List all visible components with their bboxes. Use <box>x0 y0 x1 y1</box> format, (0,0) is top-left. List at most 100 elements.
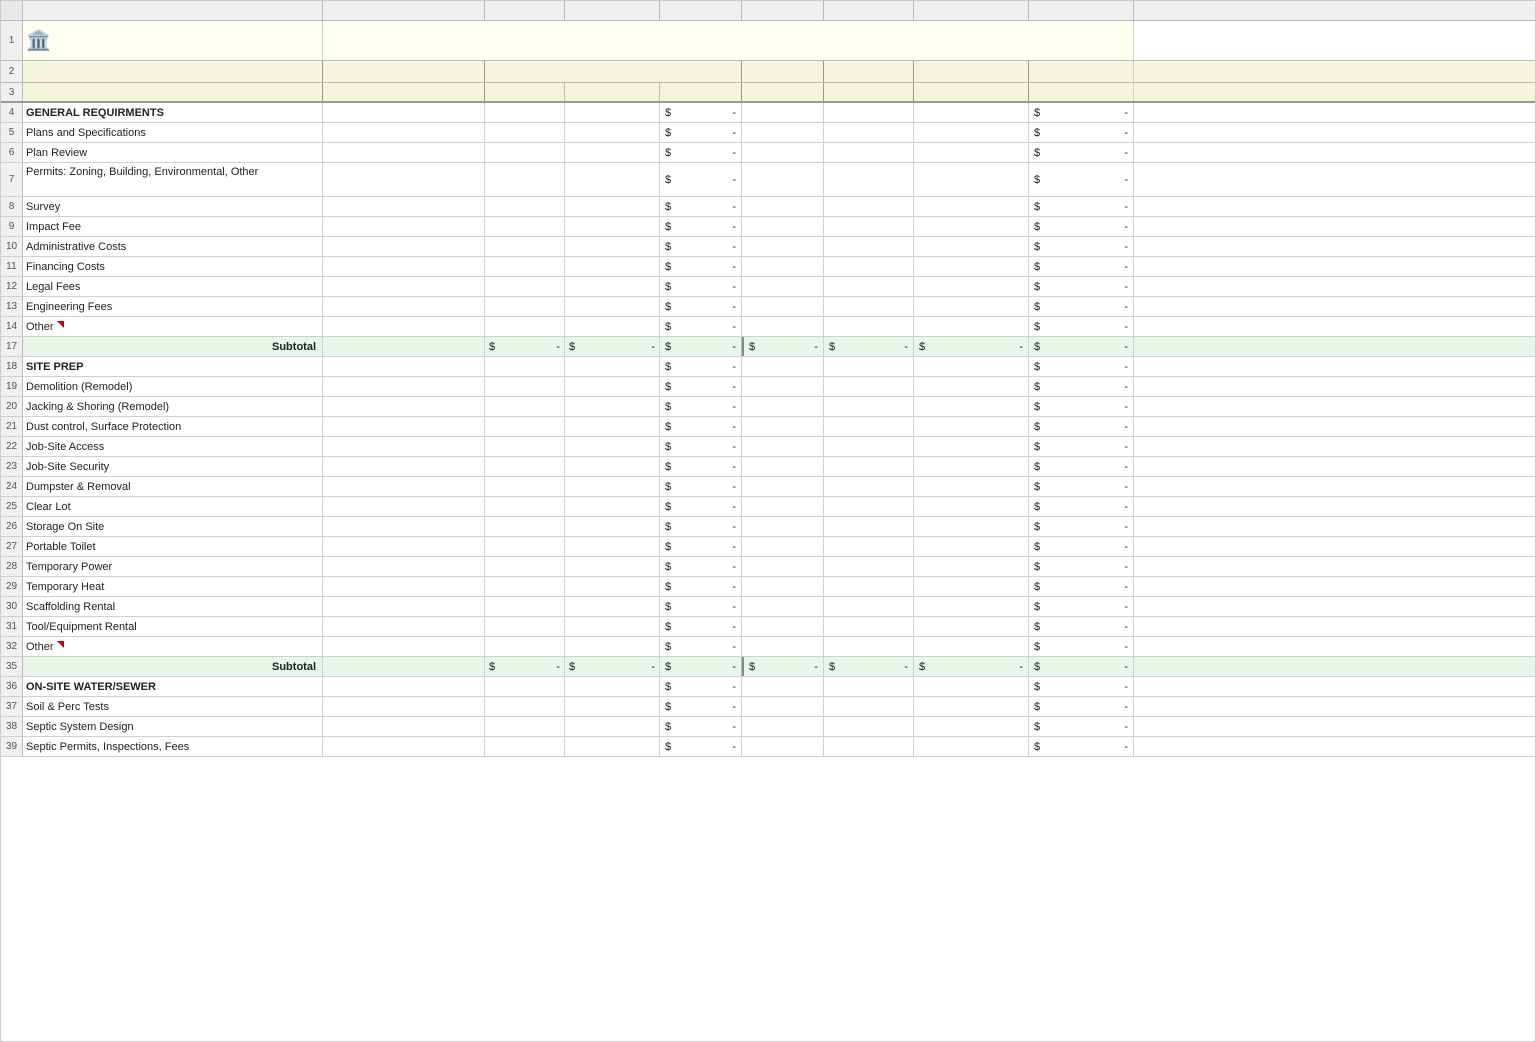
cell-h[interactable] <box>914 417 1029 436</box>
cell-e[interactable]: $- <box>660 297 742 316</box>
cell-f[interactable] <box>742 677 824 696</box>
cell-g[interactable] <box>824 597 914 616</box>
cell-b[interactable] <box>323 517 485 536</box>
cell-i[interactable]: $- <box>1029 377 1134 396</box>
cell-c[interactable] <box>485 217 565 236</box>
cell-i[interactable]: $- <box>1029 397 1134 416</box>
table-row[interactable]: 20 Jacking & Shoring (Remodel) $- $- <box>1 397 1535 417</box>
cell-c[interactable] <box>485 257 565 276</box>
cell-e[interactable]: $- <box>660 163 742 196</box>
cell-e[interactable]: $- <box>660 237 742 256</box>
cell-c[interactable] <box>485 197 565 216</box>
cell-g[interactable] <box>824 437 914 456</box>
table-row[interactable]: 6 Plan Review $- $- <box>1 143 1535 163</box>
cell-c[interactable] <box>485 477 565 496</box>
table-row[interactable]: 30 Scaffolding Rental $- $- <box>1 597 1535 617</box>
cell-c[interactable] <box>485 103 565 122</box>
cell-d[interactable] <box>565 737 660 756</box>
cell-d[interactable] <box>565 537 660 556</box>
cell-e[interactable]: $- <box>660 717 742 736</box>
cell-e[interactable]: $- <box>660 257 742 276</box>
cell-f[interactable] <box>742 143 824 162</box>
cell-f[interactable] <box>742 737 824 756</box>
cell-i[interactable]: $- <box>1029 497 1134 516</box>
table-row[interactable]: 11 Financing Costs $- $- <box>1 257 1535 277</box>
table-row[interactable]: 35 Subtotal $- $- $- $- $- $- $- <box>1 657 1535 677</box>
cell-g[interactable] <box>824 103 914 122</box>
cell-d[interactable] <box>565 417 660 436</box>
cell-description[interactable]: ON-SITE WATER/SEWER <box>23 677 323 696</box>
cell-i[interactable]: $- <box>1029 437 1134 456</box>
cell-c[interactable] <box>485 277 565 296</box>
cell-e[interactable]: $- <box>660 277 742 296</box>
cell-h[interactable]: $- <box>914 657 1029 676</box>
cell-h[interactable] <box>914 103 1029 122</box>
cell-f[interactable] <box>742 697 824 716</box>
cell-f[interactable] <box>742 163 824 196</box>
cell-c[interactable] <box>485 537 565 556</box>
cell-i[interactable]: $- <box>1029 123 1134 142</box>
cell-i[interactable]: $- <box>1029 317 1134 336</box>
cell-e[interactable]: $- <box>660 437 742 456</box>
cell-g[interactable]: $- <box>824 337 914 356</box>
cell-i[interactable]: $- <box>1029 337 1134 356</box>
cell-d[interactable] <box>565 457 660 476</box>
cell-f[interactable] <box>742 457 824 476</box>
cell-f[interactable] <box>742 597 824 616</box>
cell-f[interactable] <box>742 103 824 122</box>
cell-b[interactable] <box>323 197 485 216</box>
cell-e[interactable]: $- <box>660 457 742 476</box>
cell-f[interactable] <box>742 377 824 396</box>
cell-b[interactable] <box>323 297 485 316</box>
cell-f[interactable] <box>742 617 824 636</box>
cell-g[interactable] <box>824 377 914 396</box>
cell-c[interactable]: $- <box>485 657 565 676</box>
cell-f[interactable] <box>742 397 824 416</box>
cell-h[interactable] <box>914 143 1029 162</box>
cell-g[interactable] <box>824 257 914 276</box>
cell-c[interactable] <box>485 677 565 696</box>
table-row[interactable]: 10 Administrative Costs $- $- <box>1 237 1535 257</box>
cell-c[interactable] <box>485 597 565 616</box>
cell-f[interactable] <box>742 497 824 516</box>
cell-f[interactable] <box>742 417 824 436</box>
cell-c[interactable] <box>485 577 565 596</box>
table-row[interactable]: 17 Subtotal $- $- $- $- $- $- $- <box>1 337 1535 357</box>
cell-e[interactable]: $- <box>660 197 742 216</box>
cell-h[interactable] <box>914 597 1029 616</box>
cell-i[interactable]: $- <box>1029 677 1134 696</box>
cell-b[interactable] <box>323 617 485 636</box>
cell-d[interactable] <box>565 477 660 496</box>
cell-g[interactable] <box>824 163 914 196</box>
cell-i[interactable]: $- <box>1029 277 1134 296</box>
cell-b[interactable] <box>323 557 485 576</box>
cell-e[interactable]: $- <box>660 397 742 416</box>
cell-i[interactable]: $- <box>1029 297 1134 316</box>
table-row[interactable]: 13 Engineering Fees $- $- <box>1 297 1535 317</box>
cell-i[interactable]: $- <box>1029 143 1134 162</box>
cell-description[interactable]: Dust control, Surface Protection <box>23 417 323 436</box>
cell-description[interactable]: Subtotal <box>23 337 323 356</box>
cell-d[interactable] <box>565 357 660 376</box>
table-row[interactable]: 18 SITE PREP $- $- <box>1 357 1535 377</box>
cell-c[interactable] <box>485 417 565 436</box>
table-row[interactable]: 24 Dumpster & Removal $- $- <box>1 477 1535 497</box>
cell-f[interactable] <box>742 437 824 456</box>
table-row[interactable]: 37 Soil & Perc Tests $- $- <box>1 697 1535 717</box>
cell-g[interactable] <box>824 697 914 716</box>
cell-description[interactable]: Financing Costs <box>23 257 323 276</box>
table-row[interactable]: 19 Demolition (Remodel) $- $- <box>1 377 1535 397</box>
cell-g[interactable] <box>824 123 914 142</box>
table-row[interactable]: 36 ON-SITE WATER/SEWER $- $- <box>1 677 1535 697</box>
cell-e[interactable]: $- <box>660 677 742 696</box>
table-row[interactable]: 31 Tool/Equipment Rental $- $- <box>1 617 1535 637</box>
cell-g[interactable] <box>824 717 914 736</box>
cell-description[interactable]: Other <box>23 317 323 336</box>
cell-description[interactable]: GENERAL REQUIRMENTS <box>23 103 323 122</box>
cell-g[interactable] <box>824 317 914 336</box>
cell-h[interactable] <box>914 357 1029 376</box>
cell-c[interactable] <box>485 297 565 316</box>
cell-i[interactable]: $- <box>1029 597 1134 616</box>
cell-description[interactable]: Subtotal <box>23 657 323 676</box>
table-row[interactable]: 26 Storage On Site $- $- <box>1 517 1535 537</box>
